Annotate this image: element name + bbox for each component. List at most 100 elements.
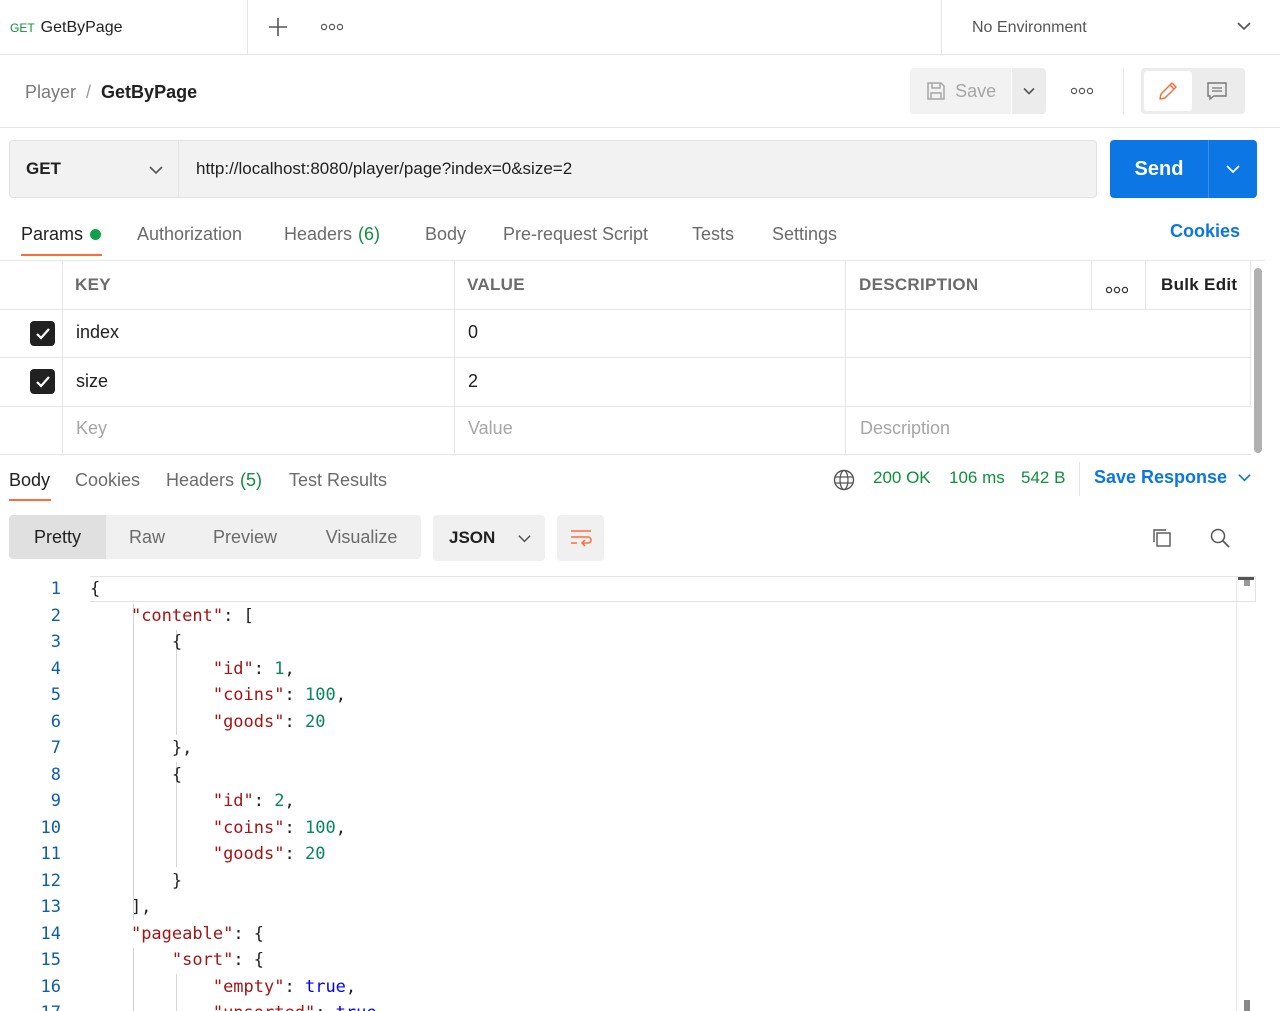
code-line: {: [90, 764, 183, 785]
code-line: "goods": 20: [212, 711, 326, 732]
params-table: KEY VALUE DESCRIPTION Bulk Edit index 0 …: [0, 261, 1251, 455]
tab-headers-label: Headers: [284, 223, 353, 244]
line-number: 10: [40, 817, 61, 838]
editor-scroll-thumb[interactable]: [1244, 1000, 1250, 1011]
format-selector[interactable]: JSON: [433, 515, 545, 561]
param-value-cell[interactable]: 2: [468, 371, 478, 392]
view-mode-preview[interactable]: Preview: [188, 515, 302, 559]
divider: [1079, 462, 1080, 496]
chevron-down-icon: [518, 534, 531, 542]
response-headers-label: Headers: [166, 469, 235, 490]
send-button[interactable]: Send: [1110, 158, 1208, 181]
new-tab-button[interactable]: [262, 12, 294, 42]
new-value-input[interactable]: Value: [468, 418, 513, 439]
code-line: "coins": 100,: [212, 685, 346, 705]
tab-name-label: GetByPage: [40, 18, 123, 36]
json-code: { "content": [ { "id": 1, "coins": 100, …: [90, 576, 1236, 1011]
param-key-cell[interactable]: size: [76, 371, 108, 392]
url-input[interactable]: http://localhost:8080/player/page?index=…: [178, 140, 1097, 198]
bulk-edit-button[interactable]: Bulk Edit: [1161, 275, 1237, 295]
tab-body[interactable]: Body: [425, 221, 466, 247]
new-description-input[interactable]: Description: [860, 418, 950, 439]
more-horizontal-icon: [321, 23, 343, 31]
response-tab-headers[interactable]: Headers (5): [166, 467, 262, 493]
edit-mode-button[interactable]: [1144, 71, 1192, 111]
code-line: "content": [: [130, 605, 254, 626]
tab-authorization[interactable]: Authorization: [137, 221, 242, 247]
save-button[interactable]: Save: [910, 68, 1012, 114]
save-icon: [927, 82, 945, 100]
response-time[interactable]: 106 ms: [949, 468, 1005, 488]
line-number: 17: [0, 1000, 66, 1011]
response-tab-cookies[interactable]: Cookies: [75, 467, 140, 493]
tab-params[interactable]: Params: [21, 221, 102, 247]
param-enabled-checkbox[interactable]: [30, 369, 55, 394]
save-options-button[interactable]: [1012, 68, 1046, 114]
request-tab-getbypage[interactable]: GET GetByPage: [0, 0, 248, 55]
save-response-button[interactable]: Save Response: [1094, 467, 1252, 488]
code-line: "empty": true,: [212, 976, 357, 997]
network-info-button[interactable]: [831, 467, 857, 493]
tab-headers[interactable]: Headers (6): [284, 221, 380, 247]
response-tab-body[interactable]: Body: [9, 467, 50, 493]
response-tab-test-results[interactable]: Test Results: [289, 467, 387, 493]
param-key-cell[interactable]: index: [76, 322, 119, 343]
param-enabled-checkbox[interactable]: [30, 321, 55, 346]
breadcrumb-collection[interactable]: Player: [25, 82, 76, 103]
environment-selector[interactable]: No Environment: [941, 0, 1280, 55]
breadcrumb-request-name[interactable]: GetByPage: [101, 82, 197, 103]
params-active-indicator: [90, 228, 102, 240]
line-number: 16: [40, 976, 61, 997]
search-response-button[interactable]: [1204, 522, 1236, 554]
line-number: 13: [40, 897, 61, 917]
view-mode-visualize[interactable]: Visualize: [302, 515, 421, 559]
send-options-button[interactable]: [1209, 161, 1257, 177]
code-line: "id": 2,: [212, 791, 295, 811]
response-status[interactable]: 200 OK: [873, 468, 931, 488]
editor-scroll-marker: [1244, 580, 1250, 586]
code-line: "unsorted": true,: [90, 1000, 1236, 1011]
request-options-button[interactable]: [1064, 76, 1100, 106]
comments-button[interactable]: [1192, 71, 1242, 111]
response-size[interactable]: 542 B: [1021, 468, 1065, 488]
response-body-editor[interactable]: 1 2 3 4 5 6 7 8 9 10 11 12 13 14 15 16 1…: [0, 576, 1280, 1011]
editor-scrollbar-track[interactable]: [1236, 576, 1237, 1011]
globe-icon: [833, 469, 855, 491]
copy-response-button[interactable]: [1146, 522, 1178, 554]
tab-prerequest-script[interactable]: Pre-request Script: [503, 221, 648, 247]
mode-toggle-group: [1141, 68, 1245, 114]
param-value-cell[interactable]: 0: [468, 322, 478, 343]
tab-options-button[interactable]: [316, 12, 348, 42]
table-options-button[interactable]: [1105, 281, 1129, 299]
new-key-input[interactable]: Key: [76, 418, 107, 439]
checkmark-icon: [35, 375, 50, 388]
line-number: 2: [50, 605, 61, 626]
code-line: },: [90, 738, 193, 758]
wrap-lines-icon: [570, 530, 592, 547]
code-line: "sort": {: [171, 950, 265, 970]
cookies-link[interactable]: Cookies: [1170, 221, 1240, 242]
line-number: 5: [50, 685, 61, 705]
url-text: http://localhost:8080/player/page?index=…: [196, 159, 573, 178]
tab-method-label: GET: [10, 20, 35, 35]
line-number: 9: [50, 791, 61, 811]
active-tab-underline: [21, 254, 102, 256]
line-number: 11: [40, 844, 61, 864]
line-number: 14: [40, 923, 61, 944]
view-mode-pretty[interactable]: Pretty: [9, 515, 106, 559]
line-number: 7: [50, 738, 61, 758]
tab-tests[interactable]: Tests: [692, 221, 734, 247]
method-selector[interactable]: GET: [9, 140, 178, 198]
tab-settings[interactable]: Settings: [772, 221, 837, 247]
wrap-lines-button[interactable]: [557, 515, 604, 561]
chevron-down-icon: [149, 166, 163, 175]
divider: [0, 127, 1280, 128]
headers-count: (6): [358, 223, 381, 244]
method-label: GET: [26, 159, 61, 178]
view-mode-segmented-control: Pretty Raw Preview Visualize: [9, 515, 421, 559]
search-icon: [1210, 528, 1230, 548]
line-number: 3: [50, 632, 61, 652]
view-mode-raw[interactable]: Raw: [106, 515, 188, 559]
params-scrollbar[interactable]: [1254, 268, 1262, 453]
save-button-group: Save: [910, 68, 1046, 114]
